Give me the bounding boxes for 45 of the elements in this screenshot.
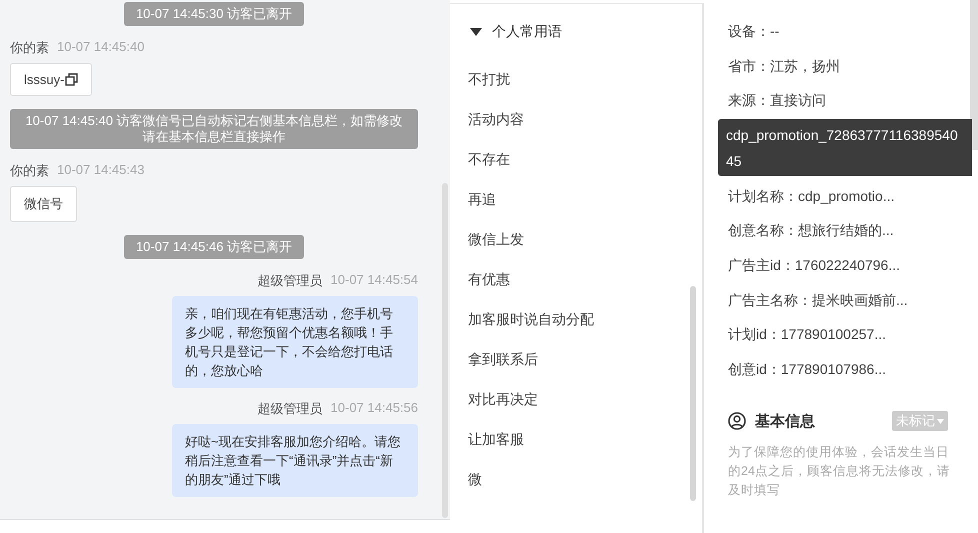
copy-icon	[65, 73, 78, 86]
info-field: 广告主名称：提米映画婚前...	[728, 290, 908, 324]
phrase-item[interactable]: 有优惠	[450, 269, 702, 309]
info-field: 设备：--	[728, 21, 780, 56]
phrase-item[interactable]: 拿到联系后	[450, 349, 702, 389]
info-field: 计划名称：cdp_promotio...	[728, 186, 894, 220]
group-label: 个人常用语	[492, 23, 562, 41]
section-title: 基本信息	[755, 412, 816, 431]
phrase-item[interactable]: 活动内容	[450, 109, 702, 149]
sender-name: 你的素	[10, 162, 49, 180]
message-bubble: 亲，咱们现在有钜惠活动，您手机号多少呢，帮您预留个优惠名额哦！手机号只是登记一下，不会给您打电话的，您放心哈	[172, 296, 418, 388]
phrase-item[interactable]: 加客服时说自动分配	[450, 309, 702, 349]
phrase-item[interactable]: 对比再决定	[450, 389, 702, 429]
scrollbar[interactable]	[442, 183, 448, 518]
info-field: 广告主id：176022240796...	[728, 254, 900, 290]
phrase-item[interactable]: 微	[450, 469, 702, 509]
info-field: 计划id：177890100257...	[728, 324, 886, 359]
system-notice: 10-07 14:45:46 访客已离开	[124, 235, 304, 259]
sender-name: 超级管理员	[258, 400, 323, 418]
system-notice: 10-07 14:45:40 访客微信号已自动标记右侧基本信息栏，如需修改请在基本信息栏直接操作	[10, 109, 418, 149]
message-bubble: 好哒~现在安排客服加您介绍哈。请您稍后注意查看一下“通讯录”并点击“新的朋友”通过下哦	[172, 424, 418, 497]
message-time: 10-07 14:45:56	[330, 400, 418, 417]
message-bubble: 微信号	[10, 186, 77, 222]
phrase-item[interactable]: 不打扰	[450, 69, 702, 109]
info-field: 创意id：177890107986...	[728, 358, 886, 394]
message-time: 10-07 14:45:43	[57, 162, 144, 179]
message-bubble: lsssuy-	[10, 63, 92, 96]
sender-name: 超级管理员	[258, 272, 323, 290]
tooltip: cdp_promotion_7286377711638954045	[718, 118, 972, 176]
caret-down-icon	[470, 28, 482, 36]
caret-icon	[937, 418, 944, 424]
info-note: 为了保障您的使用体验，会话发生当日的24点之后，顾客信息将无法修改，请及时填写	[728, 444, 951, 500]
info-field: 创意名称：想旅行结婚的...	[728, 220, 894, 255]
phrase-item[interactable]: 微信上发	[450, 229, 702, 269]
system-notice: 10-07 14:45:30 访客已离开	[124, 2, 304, 26]
phrase-item[interactable]: 让加客服	[450, 429, 702, 469]
phrase-item[interactable]: 不存在	[450, 149, 702, 189]
message-time: 10-07 14:45:40	[57, 39, 144, 56]
user-icon	[728, 412, 746, 430]
info-field: 省市：江苏，扬州	[728, 56, 840, 90]
scrollbar[interactable]	[970, 0, 978, 150]
message-time: 10-07 14:45:54	[330, 272, 418, 289]
phrase-item[interactable]: 再追	[450, 189, 702, 229]
sender-name: 你的素	[10, 39, 49, 57]
scrollbar[interactable]	[690, 286, 696, 501]
